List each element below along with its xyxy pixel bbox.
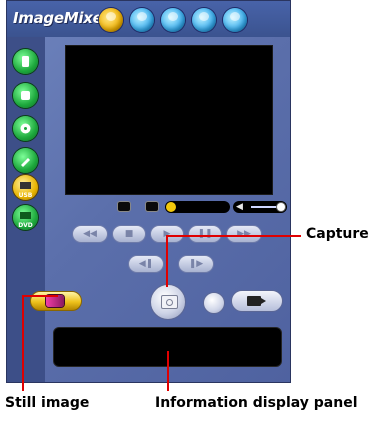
still-image-leader-h (22, 295, 58, 297)
app-logo: ImageMixer (13, 9, 110, 27)
info-panel-callout: Information display panel (155, 395, 358, 411)
capture-callout: Capture (306, 226, 369, 242)
speaker-icon: ◀ (236, 202, 243, 212)
email-icon[interactable] (161, 8, 185, 32)
cd-icon[interactable] (13, 116, 38, 141)
clock-icon (166, 202, 176, 212)
card-icon (145, 201, 159, 212)
camera-icon (161, 295, 178, 309)
title-bar: ImageMixer (7, 1, 290, 37)
person-icon[interactable] (223, 8, 247, 32)
dv-icon[interactable]: DVD (13, 205, 38, 230)
frame-back-button[interactable]: ◀❚ (128, 255, 164, 273)
capture-leader-drop (166, 235, 168, 287)
rewind-icon: ◀◀ (83, 229, 97, 239)
time-display (165, 201, 230, 213)
pause-button[interactable]: ❚❚ (188, 225, 222, 243)
phone-icon[interactable] (13, 49, 38, 74)
fast-forward-icon: ▶▶ (237, 229, 251, 239)
video-preview-screen (65, 45, 273, 195)
video-capture-button[interactable] (231, 290, 283, 312)
pause-icon: ❚❚ (197, 229, 213, 239)
rewind-button[interactable]: ◀◀ (72, 225, 108, 243)
usb-icon[interactable]: USB (13, 175, 38, 200)
fast-forward-button[interactable]: ▶▶ (226, 225, 262, 243)
usb-label: USB (18, 192, 33, 199)
device-icon[interactable] (13, 83, 38, 108)
capture-panel: ◀ ◀◀ ■ ▶ ❚❚ ▶▶ ◀❚ ❚▶ (30, 37, 290, 382)
dvd-label: DVD (18, 222, 33, 229)
frame-forward-button[interactable]: ❚▶ (178, 255, 214, 273)
frame-forward-icon: ❚▶ (188, 259, 204, 269)
record-button[interactable] (203, 292, 225, 314)
volume-knob[interactable] (277, 203, 285, 211)
stop-button[interactable]: ■ (112, 225, 146, 243)
album-icon[interactable] (130, 8, 154, 32)
still-image-leader-v (22, 295, 24, 391)
tool-icon[interactable] (13, 148, 38, 173)
disc-icon[interactable] (99, 8, 123, 32)
mode-sidebar: USB DVD (7, 37, 46, 382)
capture-leader-line (166, 235, 301, 237)
volume-slider[interactable]: ◀ (233, 201, 287, 213)
stop-icon: ■ (124, 229, 134, 239)
capture-button[interactable] (150, 284, 186, 320)
video-camera-icon (247, 296, 266, 306)
imagemixer-window: ImageMixer USB DVD ◀ ◀◀ ■ ▶ ❚❚ ▶▶ ◀❚ ❚▶ (6, 0, 291, 383)
still-image-button[interactable] (30, 291, 82, 311)
still-image-callout: Still image (5, 395, 90, 411)
mail-icon (117, 201, 131, 212)
frame-back-icon: ◀❚ (138, 259, 154, 269)
info-panel-leader (167, 351, 169, 391)
print-icon[interactable] (192, 8, 216, 32)
status-bar: ◀ (117, 201, 287, 213)
